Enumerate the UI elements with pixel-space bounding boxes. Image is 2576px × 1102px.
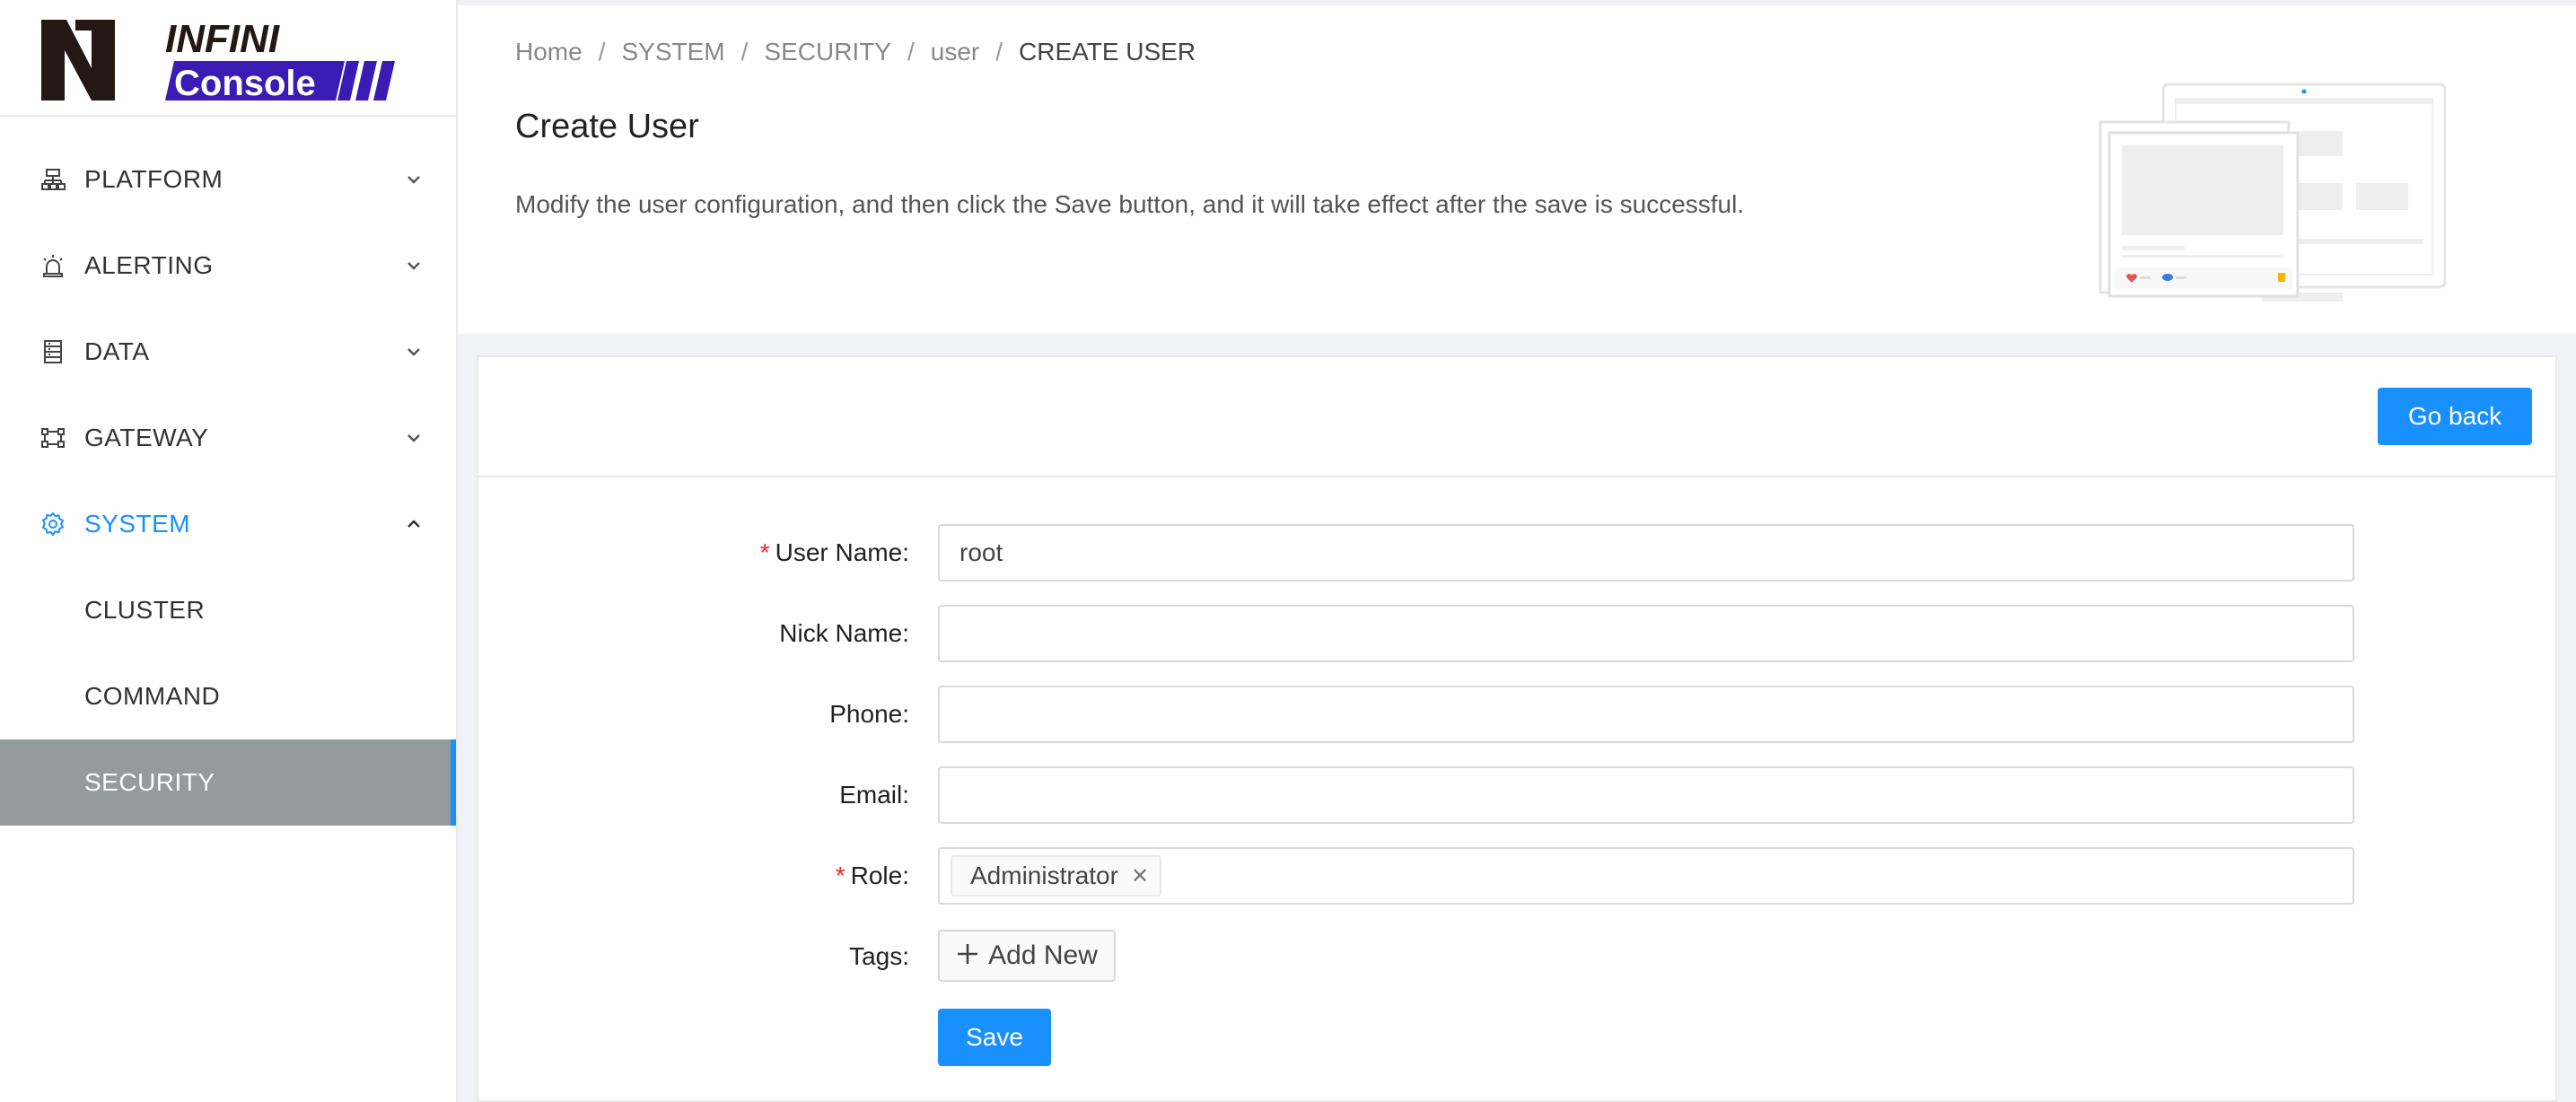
breadcrumb-security[interactable]: SECURITY: [764, 38, 891, 66]
plus-icon: [956, 940, 979, 971]
add-new-label: Add New: [988, 940, 1098, 970]
sidebar-item-label: GATEWAY: [84, 424, 209, 451]
sidebar: INFINI Console PLATFORM ALERTING DATA GA…: [0, 0, 458, 1102]
role-label: * Role:: [478, 861, 924, 890]
add-new-tag-button[interactable]: Add New: [938, 930, 1116, 982]
page-description: Modify the user configuration, and then …: [515, 190, 1745, 218]
sidebar-item-label: SYSTEM: [84, 510, 191, 538]
page-title: Create User: [515, 108, 699, 145]
infini-console-logo: INFINI Console: [41, 17, 395, 102]
breadcrumb-home[interactable]: Home: [515, 38, 583, 66]
breadcrumb-current: CREATE USER: [1019, 38, 1196, 66]
chevron-down-icon: [404, 428, 424, 448]
chevron-down-icon: [404, 256, 424, 276]
logo-line1: INFINI: [165, 17, 280, 61]
label-colon: :: [902, 861, 909, 889]
create-user-card: Go back *User Name: Nick Name: Phone: Em…: [477, 355, 2557, 1102]
email-label-text: Email: [839, 781, 903, 809]
form-row-phone: Phone:: [478, 686, 2555, 743]
tags-label: Tags:: [478, 942, 924, 971]
form-row-actions: Save: [478, 1009, 2555, 1066]
nickname-label: Nick Name:: [478, 619, 924, 648]
chevron-down-icon: [404, 342, 424, 362]
email-label: Email:: [478, 781, 924, 809]
role-label-text: Role: [850, 861, 903, 889]
sidebar-item-label: DATA: [84, 337, 150, 365]
sidebar-item-alerting[interactable]: ALERTING: [0, 223, 456, 309]
nickname-input[interactable]: [938, 605, 2354, 662]
chevron-down-icon: [404, 170, 424, 189]
breadcrumb-separator: /: [740, 38, 749, 66]
tags-label-text: Tags: [849, 942, 903, 970]
breadcrumb-system[interactable]: SYSTEM: [621, 38, 724, 66]
phone-label-text: Phone: [829, 700, 903, 728]
alarm-icon: [39, 252, 66, 279]
username-input[interactable]: [938, 524, 2354, 582]
label-colon: :: [902, 942, 909, 970]
go-back-button[interactable]: Go back: [2378, 388, 2532, 445]
sidebar-item-data[interactable]: DATA: [0, 309, 456, 395]
sidebar-subitem-security[interactable]: SECURITY: [0, 739, 456, 826]
close-icon[interactable]: ✕: [1131, 863, 1149, 889]
page-header: Home / SYSTEM / SECURITY / user / CREATE…: [458, 0, 2576, 334]
sidebar-item-system[interactable]: SYSTEM: [0, 481, 456, 567]
phone-label: Phone:: [478, 700, 924, 729]
label-colon: :: [902, 619, 909, 647]
role-tag-label: Administrator: [970, 861, 1118, 889]
form-row-email: Email:: [478, 766, 2555, 824]
breadcrumb-separator: /: [598, 38, 606, 66]
sidebar-subitem-command[interactable]: COMMAND: [0, 653, 456, 739]
card-header: Go back: [478, 357, 2555, 477]
sidebar-item-label: ALERTING: [84, 251, 214, 279]
form-row-tags: Tags: Add New: [478, 928, 2555, 985]
breadcrumb-separator: /: [907, 38, 915, 66]
required-mark: *: [759, 538, 770, 566]
username-label-text: User Name: [775, 538, 903, 566]
form-row-username: * User Name:: [478, 524, 2555, 582]
sidebar-item-platform[interactable]: PLATFORM: [0, 136, 456, 223]
required-mark: *: [835, 861, 846, 889]
label-colon: :: [902, 700, 909, 728]
role-tag: Administrator ✕: [951, 855, 1162, 896]
sidebar-subitem-label: SECURITY: [84, 768, 215, 796]
sidebar-item-label: PLATFORM: [84, 165, 223, 193]
cluster-icon: [39, 166, 66, 193]
username-label: * User Name:: [478, 538, 924, 567]
role-select[interactable]: Administrator ✕: [938, 847, 2354, 905]
sidebar-subitem-label: CLUSTER: [84, 596, 206, 624]
database-icon: [39, 338, 66, 365]
email-input[interactable]: [938, 766, 2354, 824]
side-menu: PLATFORM ALERTING DATA GATEWAY SYSTEM CL…: [0, 117, 456, 826]
nickname-label-text: Nick Name: [779, 619, 903, 647]
gear-icon: [39, 511, 66, 538]
logo-line2: Console: [174, 64, 316, 102]
chevron-up-icon: [404, 514, 424, 534]
save-button[interactable]: Save: [938, 1009, 1051, 1066]
form-row-nickname: Nick Name:: [478, 605, 2555, 662]
sidebar-item-gateway[interactable]: GATEWAY: [0, 395, 456, 481]
label-colon: :: [902, 538, 909, 566]
sidebar-subitem-label: COMMAND: [84, 682, 221, 710]
logo[interactable]: INFINI Console: [0, 0, 456, 117]
breadcrumb-separator: /: [995, 38, 1003, 66]
phone-input[interactable]: [938, 686, 2354, 743]
gateway-icon: [39, 424, 66, 451]
breadcrumb: Home / SYSTEM / SECURITY / user / CREATE…: [515, 38, 1196, 66]
header-illustration: [2091, 77, 2468, 324]
breadcrumb-user[interactable]: user: [931, 38, 979, 66]
form-row-role: * Role: Administrator ✕: [478, 847, 2555, 905]
sidebar-subitem-cluster[interactable]: CLUSTER: [0, 567, 456, 653]
label-colon: :: [902, 781, 909, 809]
